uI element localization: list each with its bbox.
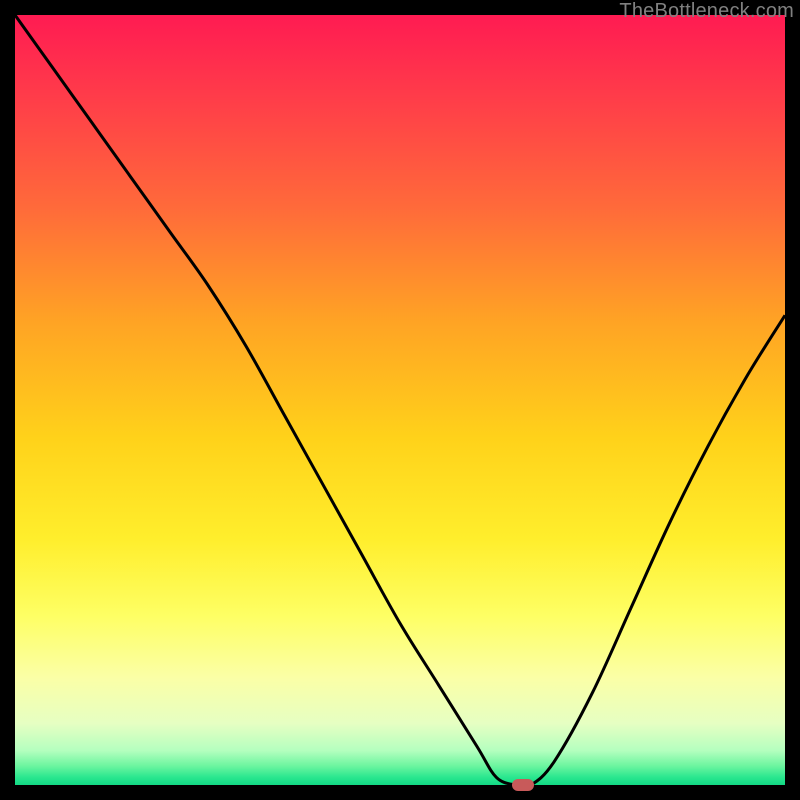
optimal-marker	[512, 779, 534, 791]
plot-area	[15, 15, 785, 785]
bottleneck-curve	[15, 15, 785, 785]
curve-path	[15, 15, 785, 785]
attribution-text: TheBottleneck.com	[619, 0, 794, 23]
chart-frame: TheBottleneck.com	[0, 0, 800, 800]
